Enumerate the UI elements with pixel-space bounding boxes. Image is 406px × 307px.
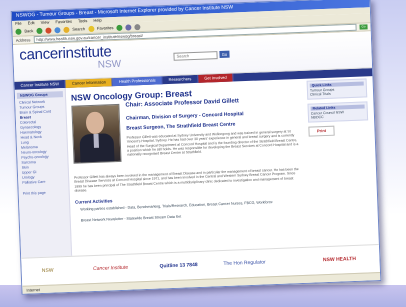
address-label: Address (15, 37, 31, 43)
search-button-label[interactable]: Search (72, 26, 85, 31)
footer-logo-nsw-gov[interactable]: NSW Government (27, 261, 68, 293)
related-links-box: Related Links Cancer Council NSW NBOCC (307, 101, 369, 123)
sidebar-heading: NSWOG Groups (16, 91, 64, 99)
portrait-photo (71, 103, 122, 164)
sidebar-print-link[interactable]: Print this page (19, 190, 69, 197)
menu-tools[interactable]: Tools (78, 18, 88, 23)
role-line-2: Breast Surgeon, The Strathfield Breast C… (126, 121, 236, 132)
site-search-button[interactable]: Go (219, 50, 230, 59)
mail-icon[interactable] (125, 23, 132, 31)
status-zone: Internet (26, 287, 41, 293)
activity-bullet-link[interactable]: Breast Network Newsletter - Statewide Br… (81, 210, 301, 223)
quick-link[interactable]: Clinical Trials (310, 91, 364, 97)
bio-paragraph-1: Professor Gillett was educated at Sydney… (126, 129, 299, 157)
browser-window: NSWOG - Tumour Groups - Breast - Microso… (10, 0, 382, 295)
left-sidebar: NSWOG Groups Clinical Network Tumour Gro… (14, 87, 73, 260)
go-button[interactable]: Go (359, 24, 368, 30)
main-content: NSW Oncology Group: Breast Chair: Associ… (71, 79, 307, 258)
history-icon[interactable] (116, 24, 123, 31)
quick-links-box: Quick Links Tumour Groups Clinical Trial… (306, 78, 368, 100)
menu-view[interactable]: View (41, 20, 50, 25)
site-search-input[interactable]: Search (173, 51, 218, 61)
refresh-icon[interactable] (54, 26, 61, 33)
stop-icon[interactable] (45, 26, 52, 34)
favorites-button-label[interactable]: Favorites (97, 25, 114, 31)
footer-logo-nsw-health[interactable]: NSW HEALTH (311, 250, 368, 270)
back-arrow-icon[interactable] (15, 28, 22, 35)
bio-paragraph-2: Professor Gillett has always been involv… (74, 167, 299, 193)
page-body: NSWOG Groups Clinical Network Tumour Gro… (14, 76, 379, 260)
menu-help[interactable]: Help (93, 18, 101, 23)
activities-heading: Current Activities (74, 198, 113, 205)
footer-logo-regulator[interactable]: The Hon Regulator (221, 253, 268, 273)
home-icon[interactable] (63, 26, 70, 33)
role-line-1: Chairman, Division of Surgery - Concord … (125, 111, 244, 122)
print-button[interactable]: Print (308, 125, 335, 137)
sidebar-item[interactable]: Palliative Care (18, 179, 68, 186)
activity-bullet: Working parties established - Data, Benc… (80, 200, 273, 212)
print-icon[interactable] (134, 23, 141, 30)
right-sidebar: Quick Links Tumour Groups Clinical Trial… (306, 78, 369, 137)
menu-edit[interactable]: Edit (28, 20, 35, 25)
site-logo-sub: NSW (97, 58, 122, 71)
menu-favorites[interactable]: Favorites (55, 19, 72, 25)
footer-logo-quitline[interactable]: Quitline 13 7848 (155, 256, 202, 276)
star-icon[interactable] (87, 25, 95, 32)
footer-logo-cancer-institute[interactable]: Cancer Institute (85, 258, 136, 278)
back-button-label[interactable]: Back (24, 28, 33, 33)
menu-file[interactable]: File (15, 21, 22, 26)
forward-arrow-icon[interactable] (36, 27, 43, 34)
